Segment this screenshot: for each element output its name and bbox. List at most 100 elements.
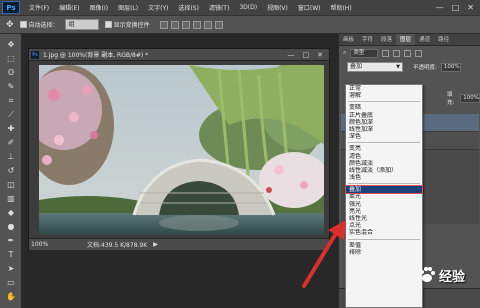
baidu-paw-logo-icon <box>420 267 435 282</box>
zoom-level[interactable]: 100% <box>31 241 59 248</box>
opacity-label: 不透明度: <box>413 65 437 71</box>
blend-option-lighten[interactable]: 变亮 <box>346 145 422 152</box>
menu-separator <box>346 99 422 104</box>
move-tool-icon[interactable]: ✥ <box>6 20 14 30</box>
app-close-button[interactable]: ✕ <box>467 3 474 12</box>
hand-tool-icon[interactable]: ✋ <box>5 292 17 302</box>
eyedropper-tool-icon[interactable]: ⟋ <box>5 110 17 120</box>
blend-option-color-burn[interactable]: 颜色加深 <box>346 119 422 126</box>
menu-bar: Ps 文件(F) 编辑(E) 图像(I) 图层(L) 文字(Y) 选择(S) 滤… <box>0 0 480 16</box>
align-right-icon[interactable] <box>214 20 223 29</box>
document-restore-button[interactable]: □ <box>303 51 310 59</box>
app-minimize-button[interactable]: — <box>436 3 444 12</box>
image-canvas[interactable] <box>39 65 324 235</box>
blend-option-darken[interactable]: 变暗 <box>346 104 422 111</box>
blend-option-exclusion[interactable]: 排除 <box>346 249 422 256</box>
auto-select-checkbox[interactable] <box>19 21 27 28</box>
tab-channels[interactable]: 通道 <box>415 34 434 45</box>
history-brush-tool-icon[interactable]: ↺ <box>5 166 17 176</box>
auto-select-option[interactable]: 自动选择： <box>19 20 59 29</box>
tab-layers[interactable]: 图层 <box>396 34 416 45</box>
show-transform-checkbox[interactable] <box>104 21 112 28</box>
type-tool-icon[interactable]: T <box>5 250 17 260</box>
show-transform-option[interactable]: 显示变换控件 <box>104 20 150 29</box>
tab-character[interactable]: 字符 <box>358 34 377 45</box>
blend-option-color-dodge[interactable]: 颜色减淡 <box>346 160 422 167</box>
crop-tool-icon[interactable]: ⌗ <box>5 96 17 106</box>
move-tool-icon[interactable]: ✥ <box>5 40 17 50</box>
blend-option-linear-dodge[interactable]: 线性减淡（添加） <box>346 167 422 174</box>
type-filter-icon[interactable] <box>404 49 412 57</box>
align-middle-icon[interactable] <box>170 20 179 29</box>
adjustment-filter-icon[interactable] <box>393 49 401 57</box>
blend-option-overlay[interactable]: 叠加 <box>345 185 423 195</box>
blend-mode-dropdown[interactable]: 叠加 ▼ <box>347 62 403 72</box>
document-size: 文档:439.5 K/878.9K <box>87 242 148 249</box>
menu-separator <box>346 140 422 145</box>
menu-type[interactable]: 文字(Y) <box>143 3 173 12</box>
status-menu-icon[interactable]: ▶ <box>153 241 158 248</box>
menu-layer[interactable]: 图层(L) <box>113 3 143 12</box>
lasso-tool-icon[interactable]: ʘ <box>5 68 17 78</box>
brush-tool-icon[interactable]: ✐ <box>5 138 17 148</box>
blend-option-pin-light[interactable]: 点光 <box>346 222 422 229</box>
align-buttons <box>159 20 223 29</box>
marquee-tool-icon[interactable]: ⬚ <box>5 54 17 64</box>
document-window[interactable]: Ps 1.jpg @ 100%(背景 副本, RGB/8#) * — □ ✕ 1… <box>28 48 330 250</box>
path-select-tool-icon[interactable]: ➤ <box>5 264 17 274</box>
blend-option-normal[interactable]: 正常 <box>346 85 422 92</box>
tab-artboard[interactable]: 画板 <box>339 34 358 45</box>
blend-option-darker-color[interactable]: 深色 <box>346 133 422 140</box>
menu-3d[interactable]: 3D(D) <box>234 4 262 11</box>
layer-kind-dropdown[interactable]: 类型 <box>350 48 379 58</box>
menu-select[interactable]: 选择(S) <box>173 3 204 12</box>
tab-paths[interactable]: 路径 <box>434 34 453 45</box>
blend-option-hard-light[interactable]: 强光 <box>346 201 422 208</box>
blend-option-difference[interactable]: 差值 <box>346 242 422 249</box>
document-status-bar: 100% 文档:439.5 K/878.9K ▶ <box>29 238 329 250</box>
menu-window[interactable]: 窗口(W) <box>293 3 326 12</box>
align-center-icon[interactable] <box>203 20 212 29</box>
document-tab[interactable]: Ps 1.jpg @ 100%(背景 副本, RGB/8#) * — □ ✕ <box>29 49 329 61</box>
tab-paragraph[interactable]: 段落 <box>377 34 396 45</box>
blur-tool-icon[interactable]: ◆ <box>5 208 17 218</box>
align-bottom-icon[interactable] <box>181 20 190 29</box>
blend-option-soft-light[interactable]: 柔光 <box>346 193 422 200</box>
healing-tool-icon[interactable]: ✚ <box>5 124 17 134</box>
blend-option-hard-mix[interactable]: 实色混合 <box>346 229 422 236</box>
align-left-icon[interactable] <box>192 20 201 29</box>
menu-filter[interactable]: 滤镜(T) <box>204 3 234 12</box>
blend-option-screen[interactable]: 滤色 <box>346 153 422 160</box>
document-minimize-button[interactable]: — <box>288 51 295 59</box>
stamp-tool-icon[interactable]: ⊥ <box>5 152 17 162</box>
pen-tool-icon[interactable]: ✒ <box>5 236 17 246</box>
shape-filter-icon[interactable] <box>415 49 423 57</box>
menu-file[interactable]: 文件(F) <box>24 3 54 12</box>
blend-option-dissolve[interactable]: 溶解 <box>346 92 422 99</box>
eraser-tool-icon[interactable]: ◫ <box>5 180 17 190</box>
menu-image[interactable]: 图像(I) <box>85 3 113 12</box>
blend-row: 叠加 ▼ 不透明度: 100% <box>339 60 480 74</box>
pixel-filter-icon[interactable] <box>382 49 390 57</box>
menu-view[interactable]: 视图(V) <box>262 3 293 12</box>
quick-select-tool-icon[interactable]: ✎ <box>5 82 17 92</box>
blend-option-linear-light[interactable]: 线性光 <box>346 215 422 222</box>
photoshop-logo: Ps <box>2 1 20 14</box>
document-close-button[interactable]: ✕ <box>317 51 323 59</box>
blend-option-linear-burn[interactable]: 线性加深 <box>346 126 422 133</box>
blend-option-vivid-light[interactable]: 亮光 <box>346 208 422 215</box>
menu-edit[interactable]: 编辑(E) <box>54 3 84 12</box>
garden-bridge-photo <box>39 65 324 235</box>
layer-filter-row: ⌕ 类型 <box>339 46 480 60</box>
menu-help[interactable]: 帮助(H) <box>326 3 357 12</box>
dodge-tool-icon[interactable]: ● <box>5 222 17 232</box>
auto-select-dropdown[interactable]: 组 <box>64 19 99 30</box>
shape-tool-icon[interactable]: ▭ <box>5 278 17 288</box>
opacity-field[interactable]: 100% <box>440 62 461 72</box>
gradient-tool-icon[interactable]: ▥ <box>5 194 17 204</box>
app-maximize-button[interactable]: □ <box>452 3 460 12</box>
blend-option-lighter-color[interactable]: 浅色 <box>346 174 422 181</box>
align-top-icon[interactable] <box>159 20 168 29</box>
blend-option-multiply[interactable]: 正片叠底 <box>346 112 422 119</box>
fill-field[interactable]: 100% <box>460 93 480 103</box>
